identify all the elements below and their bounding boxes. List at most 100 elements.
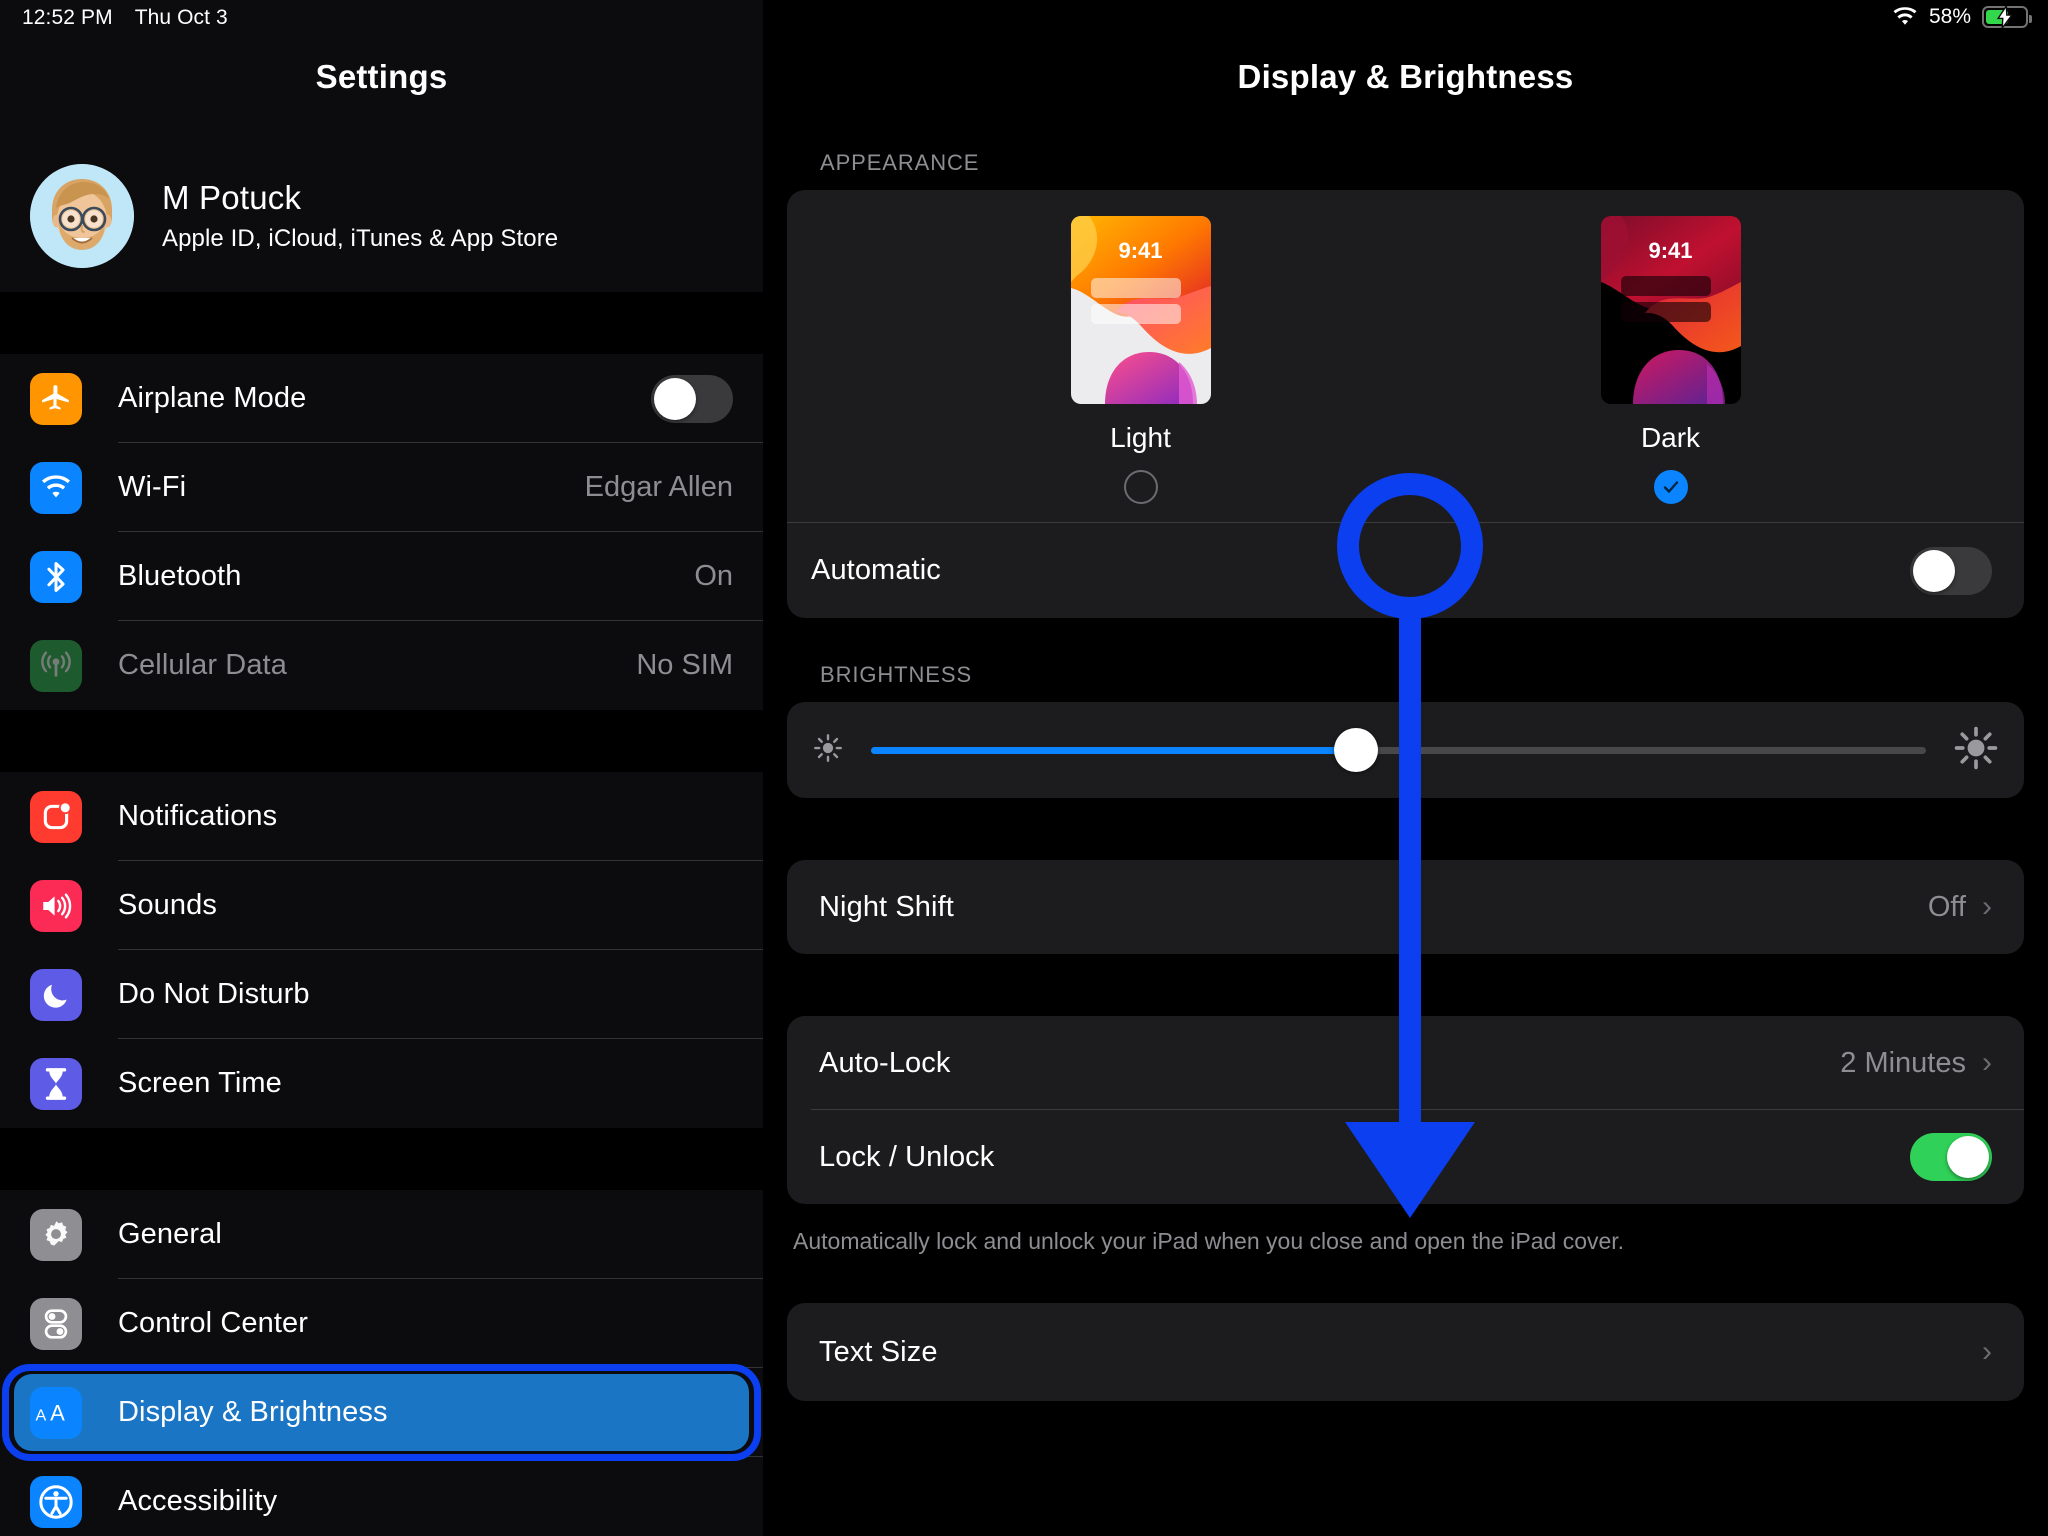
chevron-right-icon: › xyxy=(1982,890,1992,923)
sun-large-icon xyxy=(1954,726,1998,775)
sidebar-group-gap xyxy=(0,1128,763,1190)
airplane-icon xyxy=(30,372,82,425)
text-size-label: Text Size xyxy=(819,1335,938,1368)
sidebar-item-do-not-disturb[interactable]: Do Not Disturb xyxy=(0,950,763,1039)
profile-text: M Potuck Apple ID, iCloud, iTunes & App … xyxy=(162,179,558,253)
night-shift-value: Off xyxy=(1927,890,1966,923)
sidebar-item-sounds[interactable]: Sounds xyxy=(0,861,763,950)
text-size-icon: A A xyxy=(30,1386,82,1439)
automatic-appearance-row[interactable]: Automatic xyxy=(787,522,2024,618)
sidebar-item-display-and-brightness[interactable]: A A Display & Brightness xyxy=(0,1364,763,1461)
preview-notification-card xyxy=(1620,302,1711,322)
sidebar-title: Settings xyxy=(315,58,448,95)
automatic-appearance-toggle[interactable] xyxy=(1910,546,1992,595)
lock-unlock-toggle[interactable] xyxy=(1910,1133,1992,1181)
brightness-card xyxy=(787,702,2024,798)
sidebar-item-label: Bluetooth xyxy=(118,560,242,592)
light-wallpaper-preview: 9:41 xyxy=(1070,216,1211,404)
check-icon xyxy=(1663,481,1678,493)
sidebar-item-notifications[interactable]: Notifications xyxy=(0,772,763,861)
lock-card: Auto-Lock 2 Minutes › Lock / Unlock xyxy=(787,1016,2024,1204)
preview-time: 9:41 xyxy=(1648,238,1693,263)
appearance-option-dark[interactable]: 9:41 Dark xyxy=(1521,216,1821,504)
sidebar-item-label: Accessibility xyxy=(118,1485,278,1517)
night-shift-card: Night Shift Off › xyxy=(787,860,2024,954)
sidebar-group-alerts: Notifications Sounds Do Not Disturb Scre… xyxy=(0,772,763,1128)
sidebar-item-label: Wi-Fi xyxy=(118,471,187,503)
cellular-state-value: No SIM xyxy=(636,649,733,681)
preview-notification-card xyxy=(1620,276,1711,296)
apple-id-profile-row[interactable]: M Potuck Apple ID, iCloud, iTunes & App … xyxy=(0,140,763,292)
display-brightness-pane: Display & Brightness Appearance xyxy=(763,0,2048,1536)
auto-lock-label: Auto-Lock xyxy=(819,1046,951,1079)
light-appearance-radio[interactable] xyxy=(1123,470,1158,504)
notifications-icon xyxy=(30,790,82,843)
sidebar-item-airplane-mode[interactable]: Airplane Mode xyxy=(0,354,763,443)
lock-unlock-footnote: Automatically lock and unlock your iPad … xyxy=(793,1228,1625,1254)
sidebar-scroll[interactable]: M Potuck Apple ID, iCloud, iTunes & App … xyxy=(0,140,763,1536)
sidebar-group-system: General Control Center A A Display & Bri… xyxy=(0,1190,763,1536)
sidebar-item-label: Notifications xyxy=(118,800,278,832)
sidebar-item-screen-time[interactable]: Screen Time xyxy=(0,1039,763,1128)
sidebar-item-cellular-data[interactable]: Cellular Data No SIM xyxy=(0,621,763,710)
preview-time: 9:41 xyxy=(1118,238,1163,263)
sidebar-item-bluetooth[interactable]: Bluetooth On xyxy=(0,532,763,621)
cellular-icon xyxy=(30,639,82,692)
brightness-slider-track[interactable] xyxy=(871,728,1926,772)
wifi-icon xyxy=(30,461,82,514)
auto-lock-row[interactable]: Auto-Lock 2 Minutes › xyxy=(787,1016,2024,1110)
page-title: Display & Brightness xyxy=(1237,58,1574,95)
night-shift-label: Night Shift xyxy=(819,890,954,923)
night-shift-row[interactable]: Night Shift Off › xyxy=(787,860,2024,954)
sun-small-icon xyxy=(813,733,843,768)
sidebar-item-label: Display & Brightness xyxy=(118,1396,388,1428)
dark-appearance-radio[interactable] xyxy=(1653,470,1688,504)
appearance-section-label: Appearance xyxy=(820,150,980,175)
toggle-knob xyxy=(1947,1136,1989,1178)
brightness-slider-thumb[interactable] xyxy=(1334,728,1379,772)
sidebar-item-label: Screen Time xyxy=(118,1067,282,1099)
automatic-label: Automatic xyxy=(811,554,941,586)
sidebar-item-general[interactable]: General xyxy=(0,1190,763,1279)
sidebar-item-wifi[interactable]: Wi-Fi Edgar Allen xyxy=(0,443,763,532)
memoji-avatar xyxy=(30,164,134,268)
accessibility-icon xyxy=(30,1475,82,1528)
svg-text:A: A xyxy=(50,1400,65,1425)
sidebar-item-label: Control Center xyxy=(118,1307,308,1339)
appearance-options: 9:41 Light 9:41 Dark xyxy=(787,190,2024,522)
sidebar-item-label: Airplane Mode xyxy=(118,382,307,414)
svg-text:A: A xyxy=(35,1406,46,1424)
text-size-row[interactable]: Text Size › xyxy=(787,1303,2024,1401)
brightness-slider-fill xyxy=(871,746,1357,754)
bluetooth-icon xyxy=(30,550,82,603)
lock-unlock-label: Lock / Unlock xyxy=(819,1140,995,1173)
control-center-icon xyxy=(30,1297,82,1350)
appearance-option-label: Dark xyxy=(1640,422,1701,453)
sidebar-item-label: Cellular Data xyxy=(118,649,287,681)
wifi-network-value: Edgar Allen xyxy=(584,471,733,503)
sidebar-item-accessibility[interactable]: Accessibility xyxy=(0,1457,763,1536)
airplane-mode-toggle[interactable] xyxy=(651,374,733,423)
toggle-knob xyxy=(1913,549,1955,592)
profile-name: M Potuck xyxy=(162,179,302,216)
brightness-slider-row[interactable] xyxy=(787,702,2024,798)
preview-notification-card xyxy=(1090,304,1181,324)
chevron-right-icon: › xyxy=(1982,1046,1992,1079)
moon-icon xyxy=(30,968,82,1021)
dark-wallpaper-preview: 9:41 xyxy=(1600,216,1741,404)
text-size-card: Text Size › xyxy=(787,1303,2024,1402)
sounds-icon xyxy=(30,879,82,932)
appearance-option-light[interactable]: 9:41 Light xyxy=(991,216,1291,504)
toggle-knob xyxy=(654,377,696,420)
brightness-section-label: Brightness xyxy=(820,662,973,687)
detail-scroll[interactable]: Appearance xyxy=(763,132,2048,1402)
sidebar-group-gap xyxy=(0,292,763,354)
lock-unlock-row[interactable]: Lock / Unlock xyxy=(787,1110,2024,1204)
sidebar-item-control-center[interactable]: Control Center xyxy=(0,1279,763,1368)
sidebar-item-label: Do Not Disturb xyxy=(118,978,310,1010)
preview-notification-card xyxy=(1090,278,1181,298)
ipad-settings-screen: Settings M Potuck Apple ID, iCloud, iTun… xyxy=(0,0,2048,1536)
